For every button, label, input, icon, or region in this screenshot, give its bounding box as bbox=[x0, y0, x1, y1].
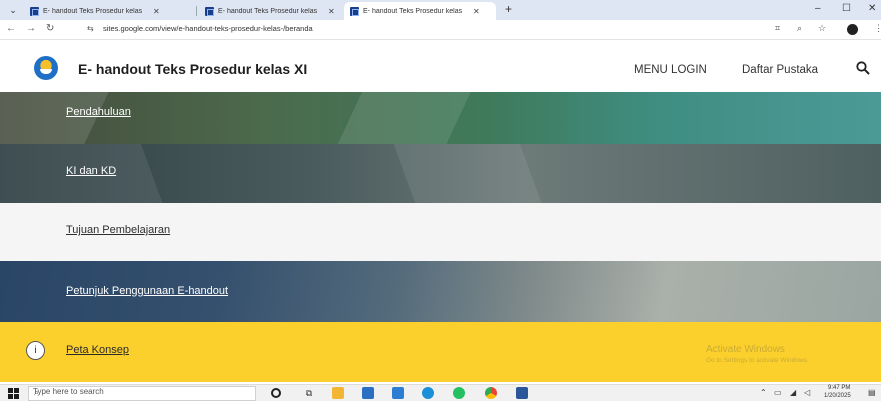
app-icon[interactable] bbox=[392, 387, 404, 399]
section-pendahuluan: Pendahuluan bbox=[0, 92, 881, 144]
activate-windows-watermark: Activate Windows bbox=[706, 344, 785, 355]
google-sites-favicon-icon bbox=[30, 6, 39, 16]
close-window-icon[interactable]: ✕ bbox=[868, 3, 876, 14]
translate-icon[interactable]: ⌗ bbox=[775, 23, 780, 34]
profile-avatar-icon[interactable] bbox=[847, 24, 858, 35]
google-sites-favicon-icon bbox=[205, 6, 214, 16]
store-icon[interactable] bbox=[362, 387, 374, 399]
tab-search-chevron-icon[interactable]: ⌄ bbox=[6, 3, 20, 17]
zoom-icon[interactable]: ⌕ bbox=[797, 23, 802, 34]
notification-icon[interactable]: ▤ bbox=[868, 388, 876, 397]
link-peta-konsep[interactable]: Peta Konsep bbox=[66, 344, 129, 356]
whatsapp-icon[interactable] bbox=[453, 387, 465, 399]
tab-divider bbox=[196, 6, 197, 16]
tray-chevron-icon[interactable]: ⌃ bbox=[760, 388, 767, 397]
taskbar-search-placeholder: Type here to search bbox=[33, 387, 104, 396]
close-tab-icon[interactable]: ✕ bbox=[473, 7, 480, 16]
browser-tab-strip: ⌄ E- handout Teks Prosedur kelas ✕ E- ha… bbox=[0, 0, 881, 20]
link-pendahuluan[interactable]: Pendahuluan bbox=[66, 106, 131, 118]
new-tab-icon[interactable]: + bbox=[505, 2, 512, 16]
network-icon[interactable]: ◢ bbox=[790, 388, 796, 397]
link-tujuan-pembelajaran[interactable]: Tujuan Pembelajaran bbox=[66, 224, 170, 236]
url-text[interactable]: sites.google.com/view/e-handout-teks-pro… bbox=[103, 24, 313, 33]
edge-icon[interactable] bbox=[422, 387, 434, 399]
tab-title: E- handout Teks Prosedur kelas bbox=[43, 7, 143, 15]
activate-windows-subtitle: Go to Settings to activate Windows. bbox=[706, 357, 809, 364]
tab-title: E- handout Teks Prosedur kelas bbox=[363, 7, 463, 15]
nav-menu-login[interactable]: MENU LOGIN bbox=[634, 64, 707, 76]
nav-daftar-pustaka[interactable]: Daftar Pustaka bbox=[742, 64, 818, 76]
battery-icon[interactable]: ▭ bbox=[774, 388, 782, 397]
task-view-icon[interactable]: ⧉ bbox=[303, 387, 315, 399]
section-tujuan-pembelajaran: Tujuan Pembelajaran bbox=[0, 203, 881, 261]
site-title[interactable]: E- handout Teks Prosedur kelas XI bbox=[78, 61, 307, 77]
clock-date[interactable]: 1/20/2025 bbox=[824, 393, 851, 399]
info-icon[interactable]: i bbox=[26, 341, 45, 360]
volume-icon[interactable]: ◁ bbox=[804, 388, 810, 397]
tut-wuri-handayani-logo[interactable] bbox=[34, 56, 58, 80]
section-ki-dan-kd: KI dan KD bbox=[0, 144, 881, 203]
site-info-icon[interactable]: ⇆ bbox=[87, 24, 94, 33]
forward-arrow-icon[interactable]: → bbox=[26, 23, 36, 34]
address-bar-row: ← → ↻ ⇆ sites.google.com/view/e-handout-… bbox=[0, 20, 881, 40]
link-ki-dan-kd[interactable]: KI dan KD bbox=[66, 165, 116, 177]
browser-tab-2[interactable]: E- handout Teks Prosedur kelas ✕ bbox=[199, 2, 343, 20]
tab-title: E- handout Teks Prosedur kelas bbox=[218, 7, 318, 15]
browser-tab-1[interactable]: E- handout Teks Prosedur kelas ✕ bbox=[24, 2, 200, 20]
windows-taskbar: ⌕ Type here to search ⧉ ⌃ ▭ ◢ ◁ 9:47 PM … bbox=[0, 384, 881, 401]
browser-tab-3-active[interactable]: E- handout Teks Prosedur kelas ✕ bbox=[344, 2, 496, 20]
link-petunjuk-penggunaan[interactable]: Petunjuk Penggunaan E-handout bbox=[66, 285, 228, 297]
chrome-icon[interactable] bbox=[485, 387, 497, 399]
back-arrow-icon[interactable]: ← bbox=[6, 23, 16, 34]
word-icon[interactable] bbox=[516, 387, 528, 399]
minimize-icon[interactable]: – bbox=[815, 3, 821, 14]
google-sites-favicon-icon bbox=[350, 6, 359, 16]
bookmark-star-icon[interactable]: ☆ bbox=[818, 23, 826, 34]
site-header: E- handout Teks Prosedur kelas XI MENU L… bbox=[0, 52, 881, 92]
search-icon[interactable] bbox=[856, 61, 870, 75]
section-petunjuk-penggunaan: Petunjuk Penggunaan E-handout bbox=[0, 261, 881, 322]
cortana-icon[interactable] bbox=[271, 388, 281, 398]
maximize-icon[interactable]: ☐ bbox=[842, 3, 851, 14]
close-tab-icon[interactable]: ✕ bbox=[153, 7, 160, 16]
windows-start-icon[interactable] bbox=[8, 388, 19, 399]
close-tab-icon[interactable]: ✕ bbox=[328, 7, 335, 16]
clock-time[interactable]: 9:47 PM bbox=[828, 385, 850, 391]
file-explorer-icon[interactable] bbox=[332, 387, 344, 399]
browser-menu-icon[interactable]: ⋮ bbox=[874, 23, 881, 34]
reload-icon[interactable]: ↻ bbox=[46, 23, 54, 34]
